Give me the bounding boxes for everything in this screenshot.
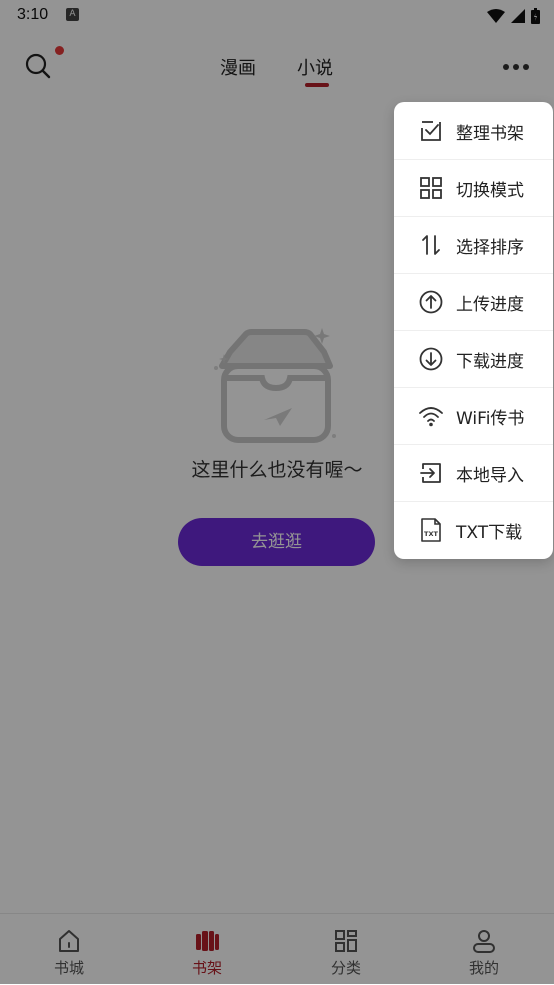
menu-item-switch-mode[interactable]: 切换模式 [394, 159, 553, 217]
menu-item-download-progress[interactable]: 下载进度 [394, 330, 553, 388]
menu-label: WiFi传书 [456, 409, 525, 429]
menu-label: 整理书架 [456, 124, 524, 144]
menu-item-upload-progress[interactable]: 上传进度 [394, 273, 553, 331]
menu-label: TXT下载 [456, 523, 523, 543]
menu-label: 选择排序 [456, 238, 524, 258]
svg-text:TXT: TXT [424, 530, 438, 538]
download-circle-icon [419, 347, 443, 371]
wifi-icon [419, 407, 443, 427]
menu-item-organize-shelf[interactable]: 整理书架 [394, 102, 553, 160]
checkbox-edit-icon [421, 121, 441, 141]
menu-label: 本地导入 [456, 466, 524, 486]
sort-icon [422, 235, 440, 255]
menu-label: 下载进度 [456, 352, 524, 372]
menu-label: 上传进度 [456, 295, 524, 315]
upload-circle-icon [419, 290, 443, 314]
menu-item-select-sort[interactable]: 选择排序 [394, 216, 553, 274]
grid-layout-icon [420, 177, 442, 199]
menu-item-wifi-transfer[interactable]: WiFi传书 [394, 387, 553, 445]
import-icon [420, 463, 441, 483]
menu-item-txt-download[interactable]: TXT TXT下载 [394, 501, 553, 558]
txt-file-icon: TXT [421, 518, 441, 542]
more-menu: 整理书架 切换模式 选择排序 上传进度 下载进度 WiFi传书 本地导入 TXT… [394, 102, 553, 559]
menu-label: 切换模式 [456, 181, 524, 201]
menu-item-local-import[interactable]: 本地导入 [394, 444, 553, 502]
